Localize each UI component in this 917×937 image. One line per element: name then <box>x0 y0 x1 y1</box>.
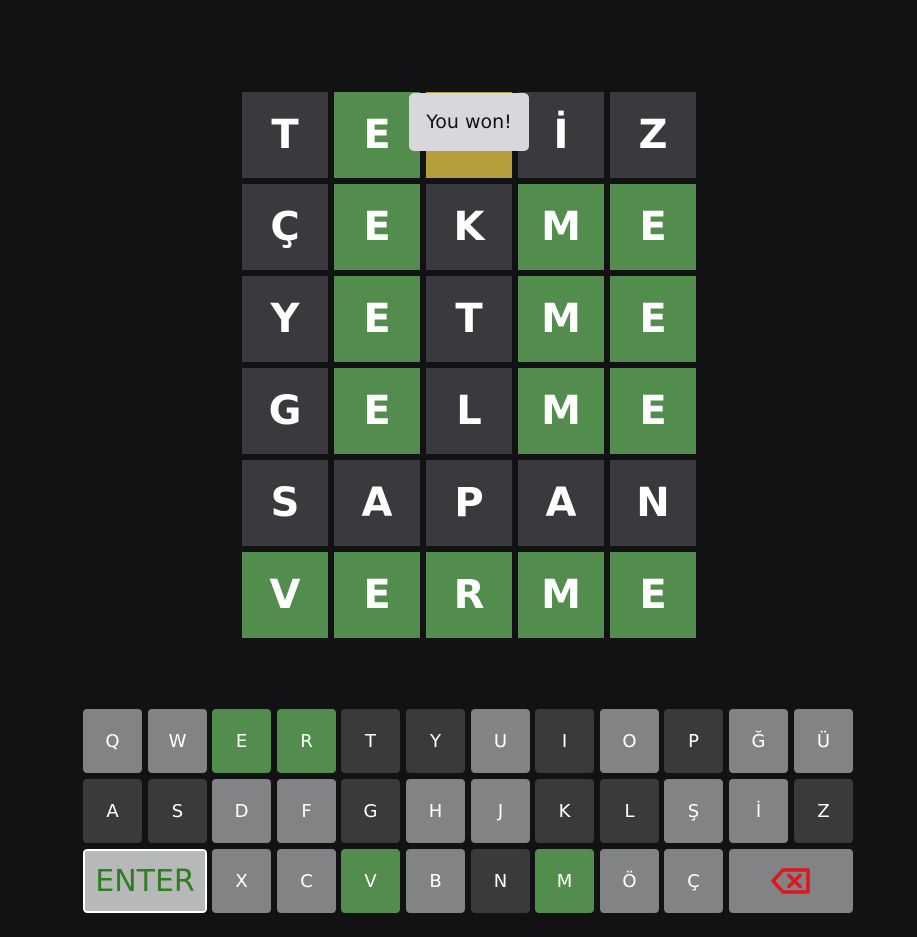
key-q[interactable]: Q <box>83 709 142 773</box>
key-z[interactable]: Z <box>794 779 853 843</box>
toast-message: You won! <box>426 111 512 133</box>
key-ü[interactable]: Ü <box>794 709 853 773</box>
backspace-key[interactable] <box>729 849 853 913</box>
key-s[interactable]: S <box>148 779 207 843</box>
board-tile: M <box>518 184 604 270</box>
board-tile: M <box>518 552 604 638</box>
key-d[interactable]: D <box>212 779 271 843</box>
key-e[interactable]: E <box>212 709 271 773</box>
board-tile: E <box>610 368 696 454</box>
key-ç[interactable]: Ç <box>664 849 723 913</box>
game-board: TEİZÇEKMEYETMEGELMESAPANVERME <box>242 92 696 638</box>
board-tile: E <box>610 184 696 270</box>
key-g[interactable]: G <box>341 779 400 843</box>
key-ğ[interactable]: Ğ <box>729 709 788 773</box>
board-tile: P <box>426 460 512 546</box>
key-ş[interactable]: Ş <box>664 779 723 843</box>
key-ö[interactable]: Ö <box>600 849 659 913</box>
board-tile: Ç <box>242 184 328 270</box>
board-tile: R <box>426 552 512 638</box>
key-b[interactable]: B <box>406 849 465 913</box>
board-tile: İ <box>518 92 604 178</box>
key-x[interactable]: X <box>212 849 271 913</box>
board-tile: N <box>610 460 696 546</box>
key-w[interactable]: W <box>148 709 207 773</box>
board-tile: G <box>242 368 328 454</box>
board-tile: E <box>334 552 420 638</box>
game-app: TEİZÇEKMEYETMEGELMESAPANVERME You won! Q… <box>0 0 917 937</box>
board-tile: E <box>334 92 420 178</box>
board-tile: A <box>518 460 604 546</box>
board-tile: E <box>334 184 420 270</box>
key-i̇[interactable]: İ <box>729 779 788 843</box>
key-k[interactable]: K <box>535 779 594 843</box>
board-tile: K <box>426 184 512 270</box>
key-a[interactable]: A <box>83 779 142 843</box>
key-n[interactable]: N <box>471 849 530 913</box>
key-t[interactable]: T <box>341 709 400 773</box>
key-u[interactable]: U <box>471 709 530 773</box>
board-tile: A <box>334 460 420 546</box>
key-r[interactable]: R <box>277 709 336 773</box>
board-tile: V <box>242 552 328 638</box>
key-c[interactable]: C <box>277 849 336 913</box>
board-tile: T <box>242 92 328 178</box>
keyboard-row: QWERTYUIOPĞÜ <box>83 709 855 773</box>
board-tile: T <box>426 276 512 362</box>
key-f[interactable]: F <box>277 779 336 843</box>
key-y[interactable]: Y <box>406 709 465 773</box>
board-tile: E <box>610 552 696 638</box>
board-tile: M <box>518 368 604 454</box>
enter-key[interactable]: ENTER <box>82 848 208 914</box>
key-m[interactable]: M <box>535 849 594 913</box>
keyboard: Q W E R T Y U I O P Ğ Ü A S D F G H J K L Ş İ Z ENTER X C V B N M Ö Ç <box>82 709 855 919</box>
backspace-icon <box>771 867 811 895</box>
key-l[interactable]: L <box>600 779 659 843</box>
board-tile: Z <box>610 92 696 178</box>
key-p[interactable]: P <box>664 709 723 773</box>
key-v[interactable]: V <box>341 849 400 913</box>
keyboard-row: ENTER X C V B N M Ö Ç <box>82 848 855 914</box>
key-h[interactable]: H <box>406 779 465 843</box>
board-tile: Y <box>242 276 328 362</box>
board-tile: S <box>242 460 328 546</box>
board-tile: E <box>610 276 696 362</box>
key-j[interactable]: J <box>471 779 530 843</box>
keyboard-row: ASDFGHJKLŞİZ <box>83 779 855 843</box>
key-o[interactable]: O <box>600 709 659 773</box>
board-tile: E <box>334 276 420 362</box>
board-tile: M <box>518 276 604 362</box>
board-tile: E <box>334 368 420 454</box>
key-i[interactable]: I <box>535 709 594 773</box>
board-tile: L <box>426 368 512 454</box>
win-toast: You won! <box>409 93 529 151</box>
